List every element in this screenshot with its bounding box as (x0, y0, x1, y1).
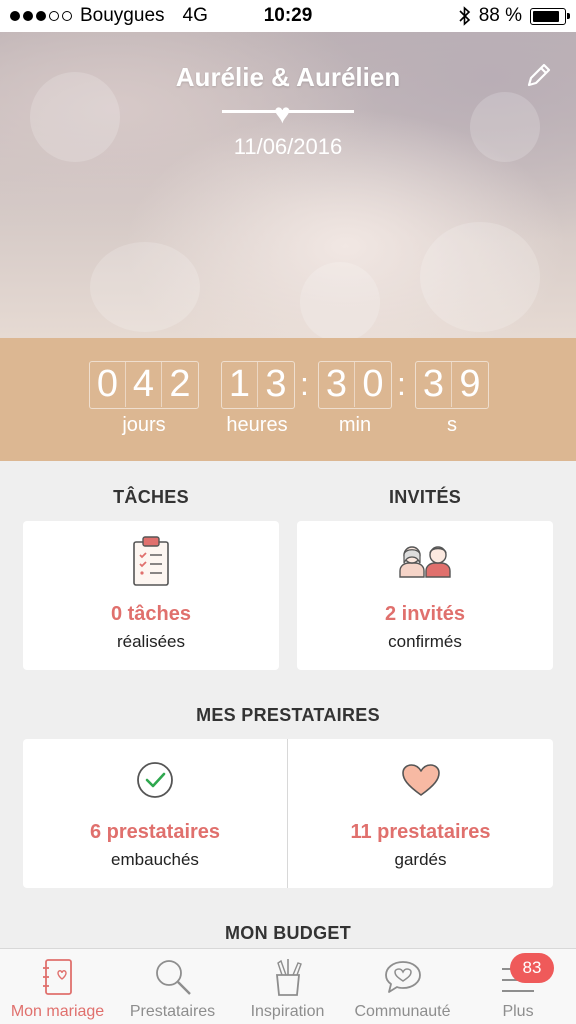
countdown-digit: 4 (126, 362, 162, 407)
countdown-seconds: 3 9 (415, 361, 489, 409)
tab-mon-mariage[interactable]: Mon mariage (0, 949, 115, 1024)
countdown-digit: 0 (362, 363, 384, 405)
countdown-label-days: jours (122, 414, 166, 436)
tasks-sub: réalisées (116, 632, 186, 651)
check-circle-icon (137, 762, 173, 798)
countdown-separator: : (397, 366, 406, 402)
vendors-saved-count: 11 prestataires (350, 821, 491, 843)
vendors-heading: MES PRESTATAIRES (196, 705, 380, 725)
tab-label: Mon mariage (10, 1003, 105, 1020)
countdown-digit: 3 (319, 362, 355, 407)
status-right: 88 % (459, 5, 570, 27)
search-icon (155, 960, 191, 995)
countdown-digit: 9 (459, 363, 481, 405)
guests-sub: confirmés (388, 632, 462, 651)
guests-count: 2 invités (384, 603, 466, 625)
heart-icon: ♥ (274, 98, 291, 129)
bluetooth-icon (459, 6, 470, 26)
guests-card[interactable]: 2 invités confirmés (297, 521, 553, 670)
guests-heading: INVITÉS (388, 487, 462, 507)
notification-badge: 83 (510, 953, 554, 983)
countdown-days: 0 4 2 (89, 361, 199, 409)
countdown-digit: 1 (222, 362, 258, 407)
tab-label: Plus (502, 1003, 534, 1020)
tab-label: Inspiration (250, 1003, 325, 1020)
countdown-hours: 1 3 (221, 361, 295, 409)
status-bar: Bouygues 4G 10:29 88 % (0, 0, 576, 32)
countdown-digit: 2 (169, 363, 191, 405)
tab-bar: Mon mariage Prestataires Inspiration Com… (0, 948, 576, 1024)
guests-icon (399, 546, 451, 578)
countdown-digit: 3 (265, 363, 287, 405)
countdown-minutes: 3 0 (318, 361, 392, 409)
clipboard-icon (133, 536, 169, 586)
vendors-hired[interactable]: 6 prestataires embauchés (23, 739, 287, 888)
tab-prestataires[interactable]: Prestataires (115, 949, 230, 1024)
vendors-hired-sub: embauchés (111, 850, 199, 869)
vendors-hired-count: 6 prestataires (89, 821, 221, 843)
countdown-label-hours: heures (226, 414, 288, 436)
chat-heart-icon (384, 961, 421, 993)
vendors-card: 6 prestataires embauchés 11 prestataires… (23, 739, 553, 888)
battery-percent: 88 % (478, 5, 522, 26)
pencil-cup-icon (275, 959, 302, 996)
countdown-separator: : (300, 366, 309, 402)
wedding-date: 11/06/2016 (233, 134, 343, 159)
countdown-digit: 0 (90, 362, 126, 407)
budget-heading: MON BUDGET (225, 923, 351, 943)
tasks-heading: TÂCHES (113, 487, 189, 507)
tab-inspiration[interactable]: Inspiration (230, 949, 345, 1024)
vendors-saved[interactable]: 11 prestataires gardés (288, 739, 553, 888)
tasks-count: 0 tâches (110, 603, 192, 625)
tab-communaute[interactable]: Communauté (345, 949, 460, 1024)
heart-icon (401, 764, 440, 796)
couple-names: Aurélie & Aurélien (175, 62, 401, 92)
edit-pencil-icon[interactable] (524, 60, 554, 90)
tab-label: Communauté (354, 1003, 451, 1020)
countdown-label-min: min (338, 414, 372, 436)
battery-icon (530, 7, 570, 25)
countdown-panel: 0 4 2 1 3 : 3 0 : 3 9 jours heures min s (0, 338, 576, 461)
countdown-digit: 3 (416, 362, 452, 407)
hero-banner: Aurélie & Aurélien ♥ 11/06/2016 (0, 32, 576, 338)
countdown-label-sec: s (447, 414, 457, 436)
notebook-icon (42, 959, 72, 995)
tasks-card[interactable]: 0 tâches réalisées (23, 521, 279, 670)
vendors-saved-sub: gardés (394, 850, 447, 869)
tab-label: Prestataires (129, 1003, 216, 1020)
